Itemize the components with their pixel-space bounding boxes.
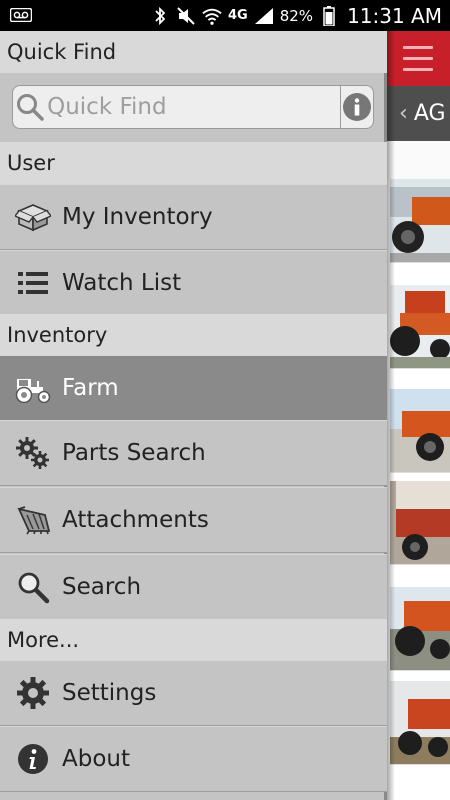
status-bar: 4G 82% 11:31 AM (0, 0, 450, 31)
menu-item-label: Attachments (62, 507, 209, 533)
menu-item-about[interactable]: About (0, 726, 387, 792)
drawer-shadow (387, 31, 395, 800)
mute-icon (176, 6, 196, 26)
info-button[interactable] (340, 86, 373, 128)
menu-item-attachments[interactable]: Attachments (0, 487, 387, 553)
quick-find-box (12, 85, 374, 129)
battery-icon (319, 5, 339, 26)
back-chevron-icon[interactable]: ‹ (399, 101, 408, 126)
menu-item-farm[interactable]: Farm (0, 355, 387, 421)
wifi-icon (202, 6, 222, 26)
menu-item-label: Settings (62, 680, 157, 706)
gear-icon (0, 660, 62, 726)
tractor-icon (0, 355, 62, 421)
magnifier-icon (0, 554, 62, 620)
menu-item-my-inventory[interactable]: My Inventory (0, 184, 387, 250)
menu-item-label: Search (62, 574, 142, 600)
section-header-user: User (0, 142, 387, 184)
list-icon (0, 250, 62, 316)
menu-item-label: Watch List (62, 270, 182, 296)
gears-icon (0, 420, 62, 486)
section-header-quick-find: Quick Find (0, 31, 387, 73)
bluetooth-icon (150, 6, 170, 26)
menu-item-label: Farm (62, 375, 119, 401)
quick-find-input[interactable] (47, 86, 341, 128)
info-icon (0, 726, 62, 792)
menu-item-parts-search[interactable]: Parts Search (0, 420, 387, 486)
listing-thumbnail[interactable] (390, 179, 450, 263)
voicemail-icon (10, 8, 32, 22)
info-icon (343, 93, 372, 121)
menu-item-label: About (62, 746, 131, 772)
bucket-icon (0, 487, 62, 553)
menu-item-label: Parts Search (62, 440, 206, 466)
section-header-more: More... (0, 619, 387, 661)
section-header-inventory: Inventory (0, 314, 387, 356)
clock: 11:31 AM (347, 3, 442, 28)
package-icon (0, 184, 62, 250)
listing-thumbnail[interactable] (390, 587, 450, 671)
search-icon (13, 86, 47, 128)
app-subbar-title: AG (413, 101, 446, 126)
listing-thumbnail[interactable] (390, 681, 450, 765)
listing-thumbnail[interactable] (390, 285, 450, 369)
battery-percentage: 82% (279, 6, 314, 25)
network-type: 4G (228, 8, 248, 23)
menu-item-label: My Inventory (62, 204, 213, 230)
menu-item-settings[interactable]: Settings (0, 660, 387, 726)
signal-icon (254, 6, 274, 26)
menu-item-search[interactable]: Search (0, 554, 387, 620)
menu-item-watch-list[interactable]: Watch List (0, 250, 387, 316)
navigation-drawer: Quick Find User My Inventory Watch List … (0, 31, 387, 800)
menu-icon[interactable] (403, 46, 433, 72)
listing-thumbnail[interactable] (390, 389, 450, 473)
listing-thumbnail[interactable] (390, 481, 450, 565)
